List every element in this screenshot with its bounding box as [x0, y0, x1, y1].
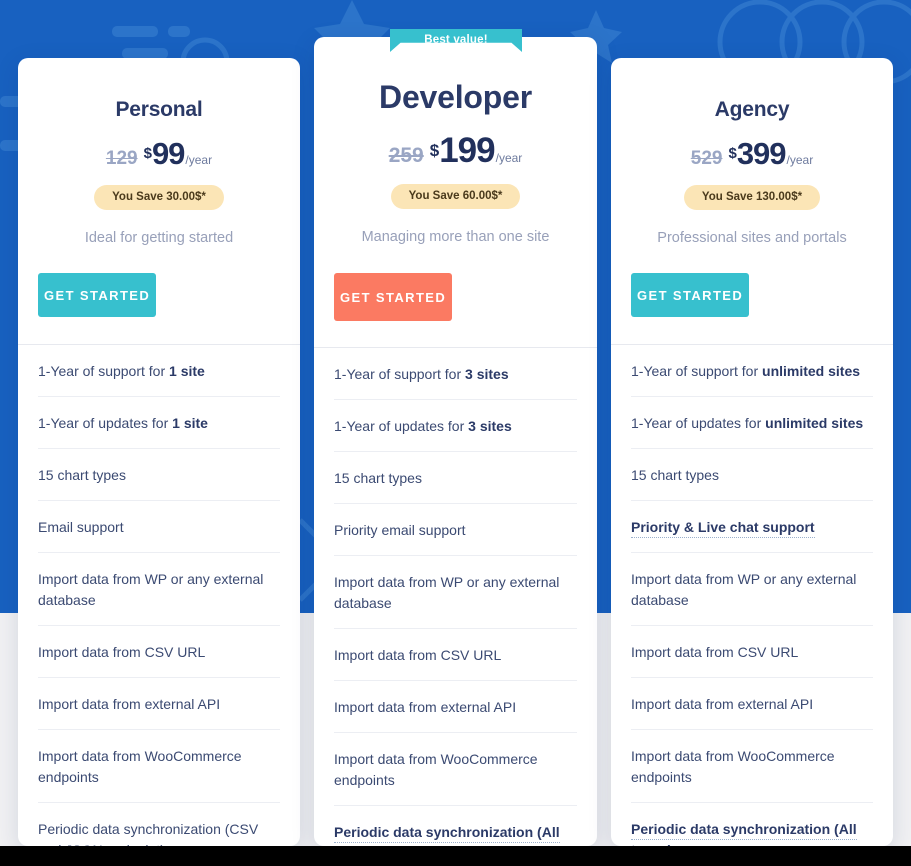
- feature-emphasis: 3 sites: [468, 418, 512, 434]
- feature-emphasis: unlimited sites: [762, 363, 861, 379]
- feature-item: Import data from WooCommerce endpoints: [631, 730, 873, 803]
- feature-item: 1-Year of support for unlimited sites: [631, 345, 873, 397]
- feature-item: 1-Year of updates for 3 sites: [334, 400, 577, 452]
- price-original: 529: [690, 148, 723, 169]
- bottom-strip: [0, 846, 911, 866]
- price-current: 199: [439, 131, 495, 170]
- get-started-button[interactable]: GET STARTED: [38, 273, 157, 317]
- feature-item: Import data from external API: [38, 678, 280, 730]
- feature-item: Import data from WP or any external data…: [631, 553, 873, 626]
- feature-item: 15 chart types: [38, 449, 280, 501]
- pricing-page: Personal 129 $99/year You Save 30.00$* Id…: [0, 0, 911, 866]
- price-original: 259: [388, 144, 424, 167]
- savings-badge: You Save 130.00$*: [683, 185, 821, 210]
- price-current: 99: [151, 136, 185, 171]
- feature-item[interactable]: Periodic data synchronization (All types…: [334, 806, 577, 846]
- card-header-agency: Agency 529 $399/year You Save 130.00$* Pr…: [611, 58, 893, 248]
- feature-item: 1-Year of updates for unlimited sites: [631, 397, 873, 449]
- get-started-button[interactable]: GET STARTED: [631, 273, 750, 317]
- price-period: /year: [786, 153, 814, 167]
- feature-item: Import data from WP or any external data…: [334, 556, 577, 629]
- card-header-developer: Developer 259 $199/year You Save 60.00$* …: [314, 37, 597, 247]
- price-period: /year: [495, 151, 523, 165]
- feature-list-developer: 1-Year of support for 3 sites 1-Year of u…: [314, 348, 597, 846]
- feature-emphasis: unlimited sites: [765, 415, 864, 431]
- feature-item: Import data from WP or any external data…: [38, 553, 280, 626]
- feature-item: Import data from WooCommerce endpoints: [38, 730, 280, 803]
- feature-item: Import data from external API: [334, 681, 577, 733]
- feature-tooltip-text: Periodic data synchronization (All types…: [631, 821, 857, 846]
- feature-tooltip-text: Periodic data synchronization (All types…: [334, 824, 560, 846]
- price-row: 129 $99/year: [38, 136, 280, 172]
- savings-badge: You Save 60.00$*: [390, 184, 521, 209]
- feature-emphasis: 3 sites: [465, 366, 509, 382]
- feature-item: Import data from external API: [631, 678, 873, 730]
- price-row: 529 $399/year: [631, 136, 873, 172]
- feature-item: Email support: [38, 501, 280, 553]
- feature-item: Priority email support: [334, 504, 577, 556]
- plan-name: Agency: [714, 98, 790, 121]
- feature-list-agency: 1-Year of support for unlimited sites 1-Y…: [611, 345, 893, 846]
- plan-tagline: Professional sites and portals: [657, 230, 847, 246]
- feature-item: Import data from CSV URL: [334, 629, 577, 681]
- feature-tooltip-text: Priority & Live chat support: [631, 519, 815, 538]
- savings-badge: You Save 30.00$*: [94, 185, 224, 210]
- feature-emphasis: 1 site: [169, 363, 205, 379]
- pricing-card-developer: Developer 259 $199/year You Save 60.00$* …: [314, 37, 597, 846]
- feature-item[interactable]: Priority & Live chat support: [631, 501, 873, 553]
- price-current: 399: [736, 136, 787, 171]
- pricing-card-agency: Agency 529 $399/year You Save 130.00$* Pr…: [611, 58, 893, 846]
- feature-item: 1-Year of support for 3 sites: [334, 348, 577, 400]
- feature-item: 1-Year of support for 1 site: [38, 345, 280, 397]
- feature-item: Import data from CSV URL: [38, 626, 280, 678]
- price-row: 259 $199/year: [334, 131, 577, 171]
- feature-emphasis: 1 site: [172, 415, 208, 431]
- plan-name: Developer: [379, 79, 532, 115]
- feature-item: Periodic data synchronization (CSV and J…: [38, 803, 280, 846]
- feature-item: 15 chart types: [631, 449, 873, 501]
- feature-item: 15 chart types: [334, 452, 577, 504]
- pricing-card-row: Personal 129 $99/year You Save 30.00$* Id…: [0, 0, 911, 866]
- feature-list-personal: 1-Year of support for 1 site 1-Year of up…: [18, 345, 300, 846]
- price-currency: $: [143, 144, 152, 162]
- feature-item: Import data from CSV URL: [631, 626, 873, 678]
- price-currency: $: [429, 140, 440, 160]
- get-started-button[interactable]: GET STARTED: [334, 273, 453, 321]
- plan-tagline: Managing more than one site: [361, 229, 550, 245]
- feature-item[interactable]: Periodic data synchronization (All types…: [631, 803, 873, 846]
- price-period: /year: [185, 153, 213, 167]
- card-header-personal: Personal 129 $99/year You Save 30.00$* Id…: [18, 58, 300, 248]
- feature-item: Import data from WooCommerce endpoints: [334, 733, 577, 806]
- plan-tagline: Ideal for getting started: [84, 230, 234, 246]
- feature-item: 1-Year of updates for 1 site: [38, 397, 280, 449]
- plan-name: Personal: [115, 98, 203, 121]
- price-original: 129: [105, 148, 138, 169]
- pricing-card-personal: Personal 129 $99/year You Save 30.00$* Id…: [18, 58, 300, 846]
- price-currency: $: [728, 144, 737, 162]
